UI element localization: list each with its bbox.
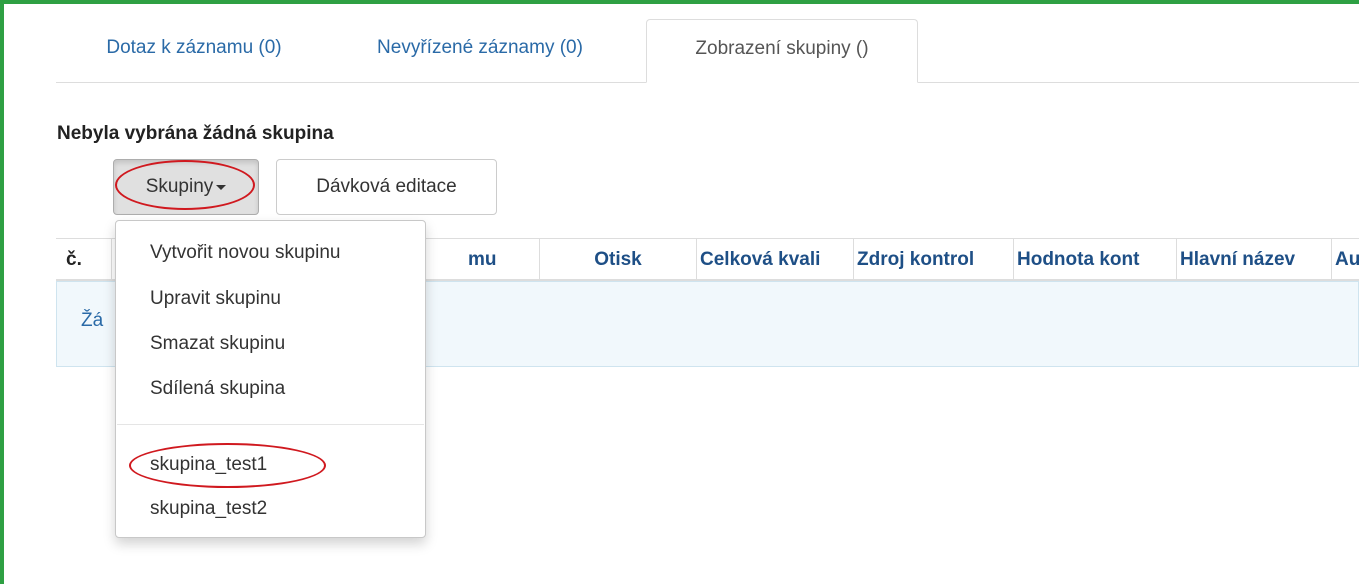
groups-button-label: Skupiny	[145, 176, 214, 197]
column-header[interactable]: Autor (	[1332, 239, 1359, 280]
menu-divider	[117, 424, 424, 425]
column-header[interactable]: Otisk	[540, 239, 697, 280]
menu-item-group[interactable]: skupina_test2	[150, 498, 267, 520]
groups-dropdown-button[interactable]: Skupiny	[113, 159, 259, 215]
column-header[interactable]: Zdroj kontrol	[854, 239, 1014, 280]
selection-status: Nebyla vybrána žádná skupina	[57, 123, 334, 144]
menu-item-delete-group[interactable]: Smazat skupinu	[150, 333, 285, 355]
groups-dropdown-menu: Vytvořit novou skupinu Upravit skupinu S…	[115, 220, 426, 538]
menu-item-edit-group[interactable]: Upravit skupinu	[150, 288, 281, 310]
column-header[interactable]: Hlavní název	[1177, 239, 1332, 280]
caret-down-icon	[216, 184, 227, 190]
empty-message: Žá	[81, 310, 104, 331]
menu-item-create-group[interactable]: Vytvořit novou skupinu	[150, 242, 340, 264]
menu-item-group[interactable]: skupina_test1	[150, 454, 267, 476]
column-header[interactable]: Hodnota kont	[1014, 239, 1177, 280]
tab-group-view[interactable]: Zobrazení skupiny ()	[646, 19, 918, 83]
tab-pending-records[interactable]: Nevyřízené záznamy (0)	[338, 19, 622, 82]
column-header[interactable]: č.	[56, 239, 112, 280]
tab-bar: Dotaz k záznamu (0) Nevyřízené záznamy (…	[56, 19, 1359, 83]
menu-item-shared-group[interactable]: Sdílená skupina	[150, 378, 285, 400]
batch-edit-button[interactable]: Dávková editace	[276, 159, 497, 215]
column-header[interactable]: Celková kvali	[697, 239, 854, 280]
tab-record-query[interactable]: Dotaz k záznamu (0)	[66, 19, 322, 82]
